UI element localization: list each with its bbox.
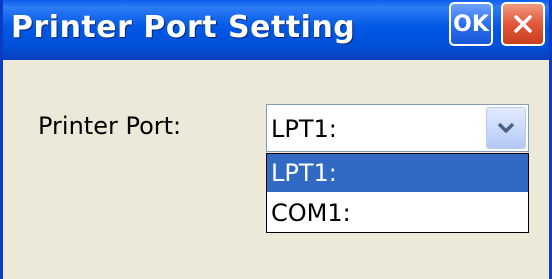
printer-port-setting-window: Printer Port Setting OK Printer Port: LP… bbox=[0, 0, 552, 279]
printer-port-dropdown-list: LPT1: COM1: bbox=[266, 153, 529, 233]
ok-button-label: OK bbox=[453, 11, 489, 37]
close-icon bbox=[514, 15, 532, 33]
printer-port-label: Printer Port: bbox=[38, 112, 182, 140]
close-button[interactable] bbox=[501, 2, 545, 46]
printer-port-select[interactable]: LPT1: bbox=[266, 104, 529, 152]
dropdown-arrow-button[interactable] bbox=[486, 107, 526, 149]
ok-button[interactable]: OK bbox=[449, 2, 493, 46]
dropdown-option-lpt1[interactable]: LPT1: bbox=[267, 154, 528, 192]
title-bar[interactable]: Printer Port Setting OK bbox=[3, 0, 549, 60]
chevron-down-icon bbox=[497, 122, 515, 133]
printer-port-selected-value: LPT1: bbox=[271, 115, 337, 143]
dropdown-option-com1[interactable]: COM1: bbox=[267, 194, 528, 232]
window-title: Printer Port Setting bbox=[11, 10, 356, 45]
